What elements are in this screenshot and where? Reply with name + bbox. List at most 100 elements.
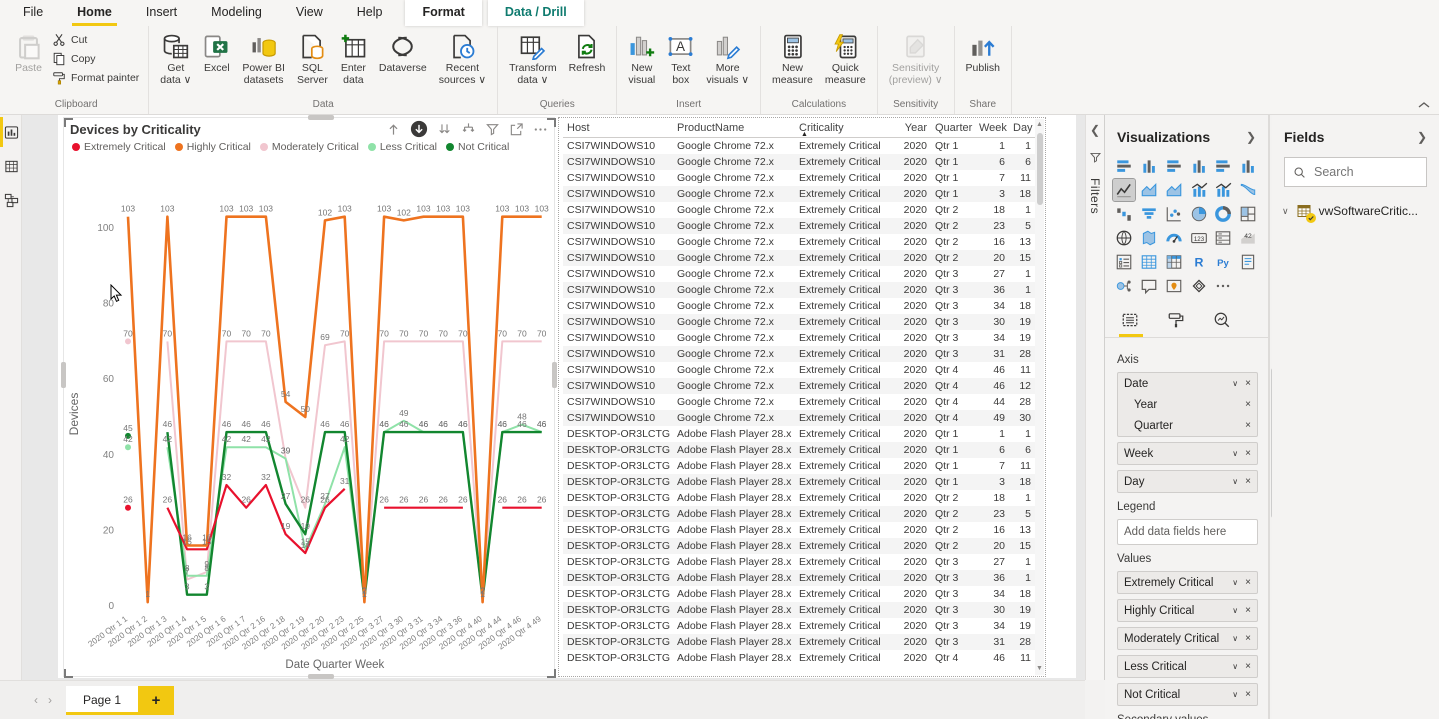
chevron-down-icon[interactable]: ∨ [1232, 443, 1238, 464]
visual-type-clustered-column-chart-icon[interactable] [1188, 155, 1210, 177]
field-pill-extremely-critical[interactable]: Extremely Critical∨× [1117, 571, 1258, 594]
visual-type-table-icon[interactable] [1138, 251, 1160, 273]
fields-search[interactable] [1284, 157, 1427, 187]
visual-type-map-icon[interactable] [1113, 227, 1135, 249]
visual-type-r-script-visual-icon[interactable]: R [1188, 251, 1210, 273]
visual-type-clustered-bar-chart-icon[interactable] [1163, 155, 1185, 177]
next-page-icon[interactable]: › [48, 693, 52, 707]
field-pill-day[interactable]: Day∨× [1117, 470, 1258, 493]
scroll-up-icon[interactable]: ▲ [1035, 119, 1044, 131]
resize-handle[interactable] [547, 118, 556, 127]
legend-item-less-critical[interactable]: Less Critical [368, 141, 437, 153]
fields-tab[interactable] [1121, 311, 1141, 337]
text-box-button[interactable]: AText box [661, 30, 700, 89]
legend-item-moderately-critical[interactable]: Moderately Critical [260, 141, 359, 153]
visual-type-arcgis-map-icon[interactable] [1163, 275, 1185, 297]
format-tab[interactable] [1167, 311, 1187, 337]
table-row[interactable]: CSI7WINDOWS10Google Chrome 72.xExtremely… [563, 362, 1035, 378]
ribbon-tab-file[interactable]: File [6, 0, 60, 26]
resize-handle[interactable] [547, 669, 556, 678]
visual-type-more-visuals-ellipsis-icon[interactable] [1212, 275, 1234, 297]
table-row[interactable]: DESKTOP-OR3LCTGAdobe Flash Player 28.xEx… [563, 618, 1035, 634]
visual-type-waterfall-chart-icon[interactable] [1113, 203, 1135, 225]
excel-button[interactable]: Excel [197, 30, 236, 76]
resize-handle[interactable] [61, 362, 66, 388]
scroll-down-icon[interactable]: ▼ [1035, 663, 1044, 675]
ribbon-collapse-button[interactable] [1417, 98, 1431, 110]
visual-type-gauge-icon[interactable] [1163, 227, 1185, 249]
ribbon-tab-home[interactable]: Home [60, 0, 129, 26]
rail-report-view-button[interactable] [0, 115, 22, 149]
chevron-down-icon[interactable]: ∨ [1232, 572, 1238, 593]
table-row[interactable]: CSI7WINDOWS10Google Chrome 72.xExtremely… [563, 266, 1035, 282]
visual-type-100-stacked-bar-chart-icon[interactable] [1212, 155, 1234, 177]
chevron-down-icon[interactable]: ∨ [1232, 373, 1238, 394]
rail-model-view-button[interactable] [0, 183, 22, 217]
column-header-productname[interactable]: ProductName [673, 118, 795, 138]
table-row[interactable]: DESKTOP-OR3LCTGAdobe Flash Player 28.xEx… [563, 586, 1035, 602]
visual-type-multi-row-card-icon[interactable] [1212, 227, 1234, 249]
collapse-fields-icon[interactable]: ❯ [1417, 130, 1427, 144]
remove-field-icon[interactable]: × [1245, 471, 1251, 492]
field-pill-less-critical[interactable]: Less Critical∨× [1117, 655, 1258, 678]
table-row[interactable]: DESKTOP-OR3LCTGAdobe Flash Player 28.xEx… [563, 458, 1035, 474]
column-header-criticality[interactable]: Criticality▲ [795, 118, 897, 138]
table-row[interactable]: CSI7WINDOWS10Google Chrome 72.xExtremely… [563, 138, 1035, 154]
chevron-down-icon[interactable]: ∨ [1232, 656, 1238, 677]
resize-handle[interactable] [64, 669, 73, 678]
table-row[interactable]: CSI7WINDOWS10Google Chrome 72.xExtremely… [563, 378, 1035, 394]
more-visuals-button[interactable]: More visuals ∨ [700, 30, 755, 89]
chevron-down-icon[interactable]: ∨ [1232, 628, 1238, 649]
remove-field-icon[interactable]: × [1245, 684, 1251, 705]
visual-type-line-and-stacked-column-chart-icon[interactable] [1188, 179, 1210, 201]
sensitivity-preview-button[interactable]: Sensitivity (preview) ∨ [883, 30, 949, 89]
table-row[interactable]: CSI7WINDOWS10Google Chrome 72.xExtremely… [563, 202, 1035, 218]
drill-mode-on-icon[interactable] [410, 120, 428, 138]
visual-type-paginated-report-icon[interactable] [1237, 251, 1259, 273]
empty-field-well[interactable]: Add data fields here [1117, 519, 1258, 545]
power-bi-datasets-button[interactable]: Power BI datasets [236, 30, 291, 89]
visual-type-qa-visual-icon[interactable] [1138, 275, 1160, 297]
new-measure-button[interactable]: New measure [766, 30, 819, 89]
table-scrollbar[interactable]: ▲ ▼ [1035, 119, 1044, 675]
field-table-vwsoftwarecritic[interactable]: ∨vwSoftwareCritic... [1272, 201, 1439, 221]
remove-field-icon[interactable]: × [1245, 443, 1251, 464]
table-row[interactable]: CSI7WINDOWS10Google Chrome 72.xExtremely… [563, 346, 1035, 362]
table-row[interactable]: DESKTOP-OR3LCTGAdobe Flash Player 28.xEx… [563, 634, 1035, 650]
table-visual[interactable]: HostProductNameCriticality▲YearQuarterWe… [558, 117, 1046, 677]
visual-type-filled-map-icon[interactable] [1138, 227, 1160, 249]
remove-field-icon[interactable]: × [1245, 394, 1251, 415]
add-page-button[interactable]: + [138, 686, 174, 715]
quick-measure-button[interactable]: Quick measure [819, 30, 872, 89]
field-pill-not-critical[interactable]: Not Critical∨× [1117, 683, 1258, 706]
remove-field-icon[interactable]: × [1245, 628, 1251, 649]
go-to-next-level-icon[interactable] [437, 122, 452, 137]
visual-type-line-chart-icon[interactable] [1113, 179, 1135, 201]
resize-handle[interactable] [308, 115, 334, 120]
field-pill-date[interactable]: Date∨×Year×Quarter× [1117, 372, 1258, 437]
remove-field-icon[interactable]: × [1245, 415, 1251, 436]
table-row[interactable]: DESKTOP-OR3LCTGAdobe Flash Player 28.xEx… [563, 522, 1035, 538]
remove-field-icon[interactable]: × [1245, 600, 1251, 621]
table-row[interactable]: CSI7WINDOWS10Google Chrome 72.xExtremely… [563, 234, 1035, 250]
refresh-button[interactable]: Refresh [563, 30, 612, 76]
chevron-down-icon[interactable]: ∨ [1232, 471, 1238, 492]
dataverse-button[interactable]: Dataverse [373, 30, 433, 76]
prev-page-icon[interactable]: ‹ [34, 693, 38, 707]
table-row[interactable]: CSI7WINDOWS10Google Chrome 72.xExtremely… [563, 154, 1035, 170]
recent-sources-button[interactable]: Recent sources ∨ [433, 30, 492, 89]
drill-up-icon[interactable] [386, 122, 401, 137]
resize-handle[interactable] [308, 674, 334, 679]
ribbon-tab-format[interactable]: Format [405, 0, 481, 26]
ribbon-tab-help[interactable]: Help [340, 0, 400, 26]
ribbon-tab-insert[interactable]: Insert [129, 0, 194, 26]
chevron-down-icon[interactable]: ∨ [1232, 600, 1238, 621]
rail-data-view-button[interactable] [0, 149, 22, 183]
legend-item-extremely-critical[interactable]: Extremely Critical [72, 141, 166, 153]
visual-type-ribbon-chart-icon[interactable] [1237, 179, 1259, 201]
table-row[interactable]: CSI7WINDOWS10Google Chrome 72.xExtremely… [563, 330, 1035, 346]
visual-type-key-influencers-icon[interactable] [1113, 275, 1135, 297]
legend-item-highly-critical[interactable]: Highly Critical [175, 141, 251, 153]
table-row[interactable]: DESKTOP-OR3LCTGAdobe Flash Player 28.xEx… [563, 602, 1035, 618]
resize-handle[interactable] [552, 362, 557, 388]
